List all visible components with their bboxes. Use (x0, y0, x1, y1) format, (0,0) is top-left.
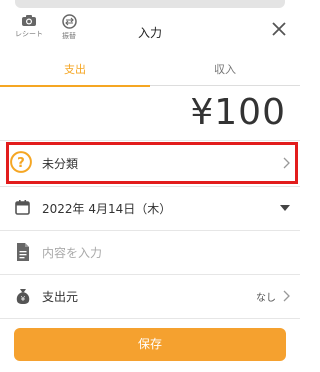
page-title: 入力 (137, 26, 162, 40)
date-row[interactable]: 2022年 4月14日（木） (0, 188, 300, 228)
source-row[interactable]: ¥ 支出元 なし (0, 276, 300, 316)
chevron-right-icon (283, 290, 290, 302)
top-sheet-handle-area (0, 0, 300, 8)
tab-expense[interactable]: 支出 (0, 54, 150, 87)
header: レシート 振替 入力 (0, 8, 300, 54)
amount-display[interactable]: ¥100 (190, 92, 286, 133)
divider (0, 230, 300, 231)
document-icon (17, 243, 29, 261)
date-label: 2022年 4月14日（木） (42, 202, 172, 216)
close-icon[interactable] (272, 22, 286, 36)
divider (0, 140, 300, 141)
sheet-behind (15, 0, 285, 8)
source-label: 支出元 (42, 290, 79, 304)
divider (0, 274, 300, 275)
highlight-box (6, 142, 298, 184)
divider (0, 318, 300, 319)
tab-income[interactable]: 収入 (150, 54, 300, 86)
memo-row[interactable]: 内容を入力 (0, 232, 300, 272)
calendar-icon (15, 200, 30, 215)
money-bag-icon: ¥ (16, 289, 30, 304)
type-tabs: 支出 収入 (0, 54, 300, 87)
source-value: なし (256, 293, 276, 304)
divider (0, 186, 300, 187)
svg-text:¥: ¥ (21, 295, 26, 303)
memo-input[interactable]: 内容を入力 (42, 244, 102, 261)
save-button[interactable]: 保存 (14, 328, 286, 361)
caret-down-icon[interactable] (280, 205, 290, 211)
